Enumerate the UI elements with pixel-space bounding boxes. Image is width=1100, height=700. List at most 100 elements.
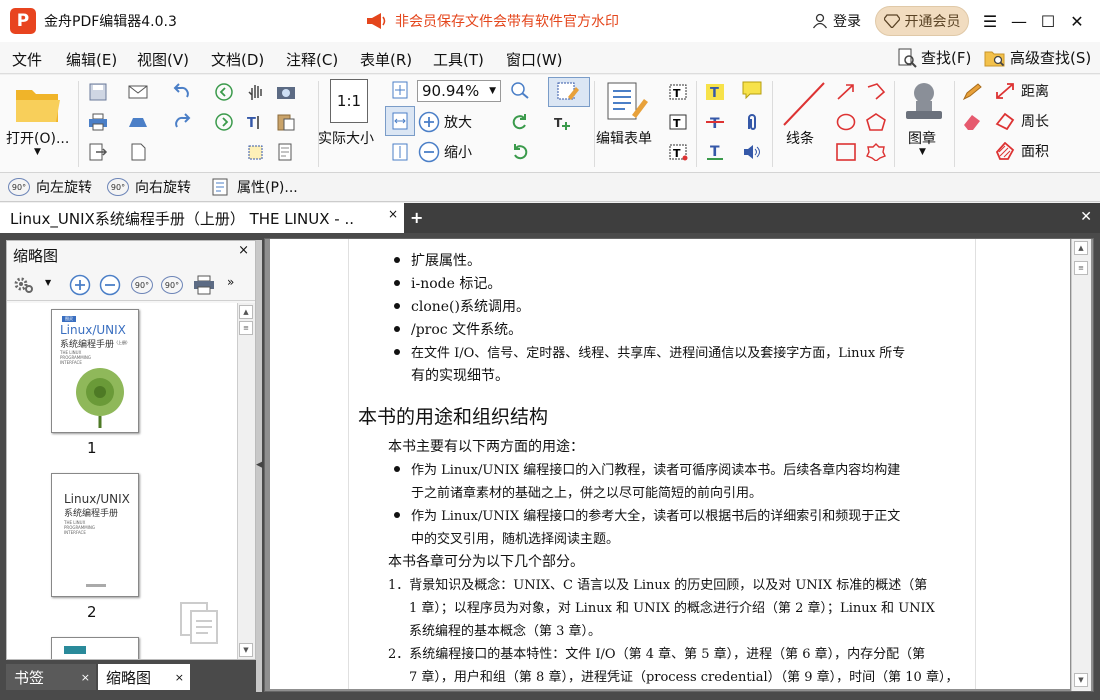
scroll-down-icon[interactable]: ▼ [1074,673,1088,687]
scroll-down-icon[interactable]: ▼ [239,643,253,657]
print-icon[interactable] [193,275,215,295]
menu-edit[interactable]: 编辑(E) [66,49,117,70]
open-dropdown-icon[interactable]: ▼ [34,147,41,157]
tab-thumbnails[interactable]: 缩略图 × [98,664,190,690]
pencil-icon[interactable] [962,83,982,101]
close-bookmarks-tab-icon[interactable]: × [81,671,90,684]
zoom-out-button[interactable]: 缩小 [418,141,472,163]
highlight-text-icon[interactable]: T [705,83,725,101]
strikethrough-icon[interactable]: T [705,113,725,131]
crop-icon[interactable] [246,143,266,161]
menu-window[interactable]: 窗口(W) [506,49,563,70]
perimeter-button[interactable]: 周长 [995,111,1049,131]
stamp-icon[interactable] [900,79,948,127]
save-icon[interactable] [88,83,108,101]
menu-tools[interactable]: 工具(T) [433,49,484,70]
edit-form-label[interactable]: 编辑表单 [596,128,652,148]
line-tool-icon[interactable] [780,79,828,129]
scroll-thumb[interactable]: ≡ [239,321,253,335]
more-options-icon[interactable]: » [227,275,234,289]
print-icon[interactable] [88,113,108,131]
advanced-search-button[interactable]: 高级查找(S) [984,47,1091,68]
rotate-right-icon[interactable]: 90° [161,276,183,294]
form-text-field-icon[interactable]: T [668,83,688,101]
panel-splitter[interactable]: ◀ [256,240,263,692]
thumbnail-page-1[interactable]: 图灵 Linux/UNIX 系统编程手册 （上册） THE LINUX PROG… [51,309,139,433]
edit-content-button[interactable] [548,77,590,107]
rotate-view-right-icon[interactable] [510,143,530,161]
zoom-select[interactable]: 90.94% ▼ [417,80,501,102]
zoom-in-button[interactable]: 放大 [418,111,472,133]
lines-label[interactable]: 线条 [786,128,814,148]
hamburger-menu-icon[interactable]: ☰ [977,8,1003,34]
polygon-icon[interactable] [866,113,886,131]
zoom-in-icon[interactable] [69,274,91,296]
menu-file[interactable]: 文件 [12,49,42,70]
arrow-icon[interactable] [836,83,856,101]
edit-form-icon[interactable] [604,81,650,123]
thumbnail-scrollbar[interactable]: ▲ ≡ ▼ [237,303,255,659]
gear-icon[interactable] [13,275,35,295]
scroll-up-icon[interactable]: ▲ [1074,241,1088,255]
new-document-icon[interactable] [128,143,148,161]
redo-icon[interactable] [172,113,192,131]
next-view-icon[interactable] [214,113,234,131]
maximize-icon[interactable]: ☐ [1035,8,1061,34]
login-button[interactable]: 登录 [812,11,861,31]
rotate-left-button[interactable]: 90° 向左旋转 [8,177,92,197]
snapshot-camera-icon[interactable] [276,83,296,101]
page-tools-icon[interactable] [276,143,296,161]
magnifier-icon[interactable] [510,81,530,99]
scroll-up-icon[interactable]: ▲ [239,305,253,319]
close-tab-icon[interactable]: × [388,207,398,221]
tab-bookmarks[interactable]: 书签 × [6,664,96,690]
open-label[interactable]: 打开(O)... [6,128,69,148]
minimize-icon[interactable]: — [1006,8,1032,34]
close-panel-icon[interactable]: × [238,243,249,258]
hand-tool-icon[interactable] [246,83,266,101]
menu-annotation[interactable]: 注释(C) [286,49,338,70]
scroll-thumb[interactable]: ≡ [1074,261,1088,275]
previous-view-icon[interactable] [214,83,234,101]
menu-view[interactable]: 视图(V) [137,49,189,70]
chevron-down-icon[interactable]: ▼ [45,278,51,287]
open-button[interactable] [12,81,64,127]
text-select-icon[interactable]: T [246,113,266,131]
attachment-icon[interactable] [742,113,762,131]
cloud-shape-icon[interactable] [866,143,886,161]
fit-page-icon[interactable] [390,81,410,99]
form-textbox-icon[interactable]: T [668,113,688,131]
zoom-out-icon[interactable] [99,274,121,296]
menu-form[interactable]: 表单(R) [360,49,412,70]
sticky-note-icon[interactable] [742,81,762,99]
eraser-icon[interactable] [962,113,982,131]
paste-icon[interactable] [276,113,296,131]
undo-icon[interactable] [172,83,192,101]
document-tab[interactable]: Linux_UNIX系统编程手册（上册） THE LINUX - .. × [0,203,404,233]
rotate-view-left-icon[interactable] [510,113,530,131]
stamp-label[interactable]: 图章 [908,128,936,148]
properties-button[interactable]: 属性(P)... [211,177,298,197]
watermark-notice[interactable]: 非会员保存文件会带有软件官方水印 [365,11,619,31]
document-scrollbar[interactable]: ▲ ≡ ▼ [1071,239,1091,691]
rectangle-icon[interactable] [836,143,856,161]
email-icon[interactable] [128,83,148,101]
thumbnail-page-2[interactable]: Linux/UNIX 系统编程手册 THE LINUX PROGRAMMING … [51,473,139,597]
area-button[interactable]: 面积 [995,141,1049,161]
new-tab-icon[interactable]: + [410,208,423,227]
fit-width-button[interactable] [385,106,415,136]
stamp-dropdown-icon[interactable]: ▼ [919,147,926,157]
form-callout-icon[interactable]: T [668,143,688,161]
rotate-right-button[interactable]: 90° 向右旋转 [107,177,191,197]
thumbnail-page-3[interactable] [51,637,139,659]
close-all-tabs-icon[interactable]: ✕ [1080,209,1092,225]
menu-document[interactable]: 文档(D) [211,49,264,70]
ellipse-icon[interactable] [836,113,856,131]
add-text-icon[interactable]: T [552,113,572,131]
cloud-icon[interactable] [128,113,148,131]
search-button[interactable]: 查找(F) [897,47,971,68]
rotate-left-icon[interactable]: 90° [131,276,153,294]
collapse-panel-icon[interactable]: ◀ [256,460,263,470]
polyline-icon[interactable] [866,83,886,101]
close-thumbnails-tab-icon[interactable]: × [175,671,184,684]
